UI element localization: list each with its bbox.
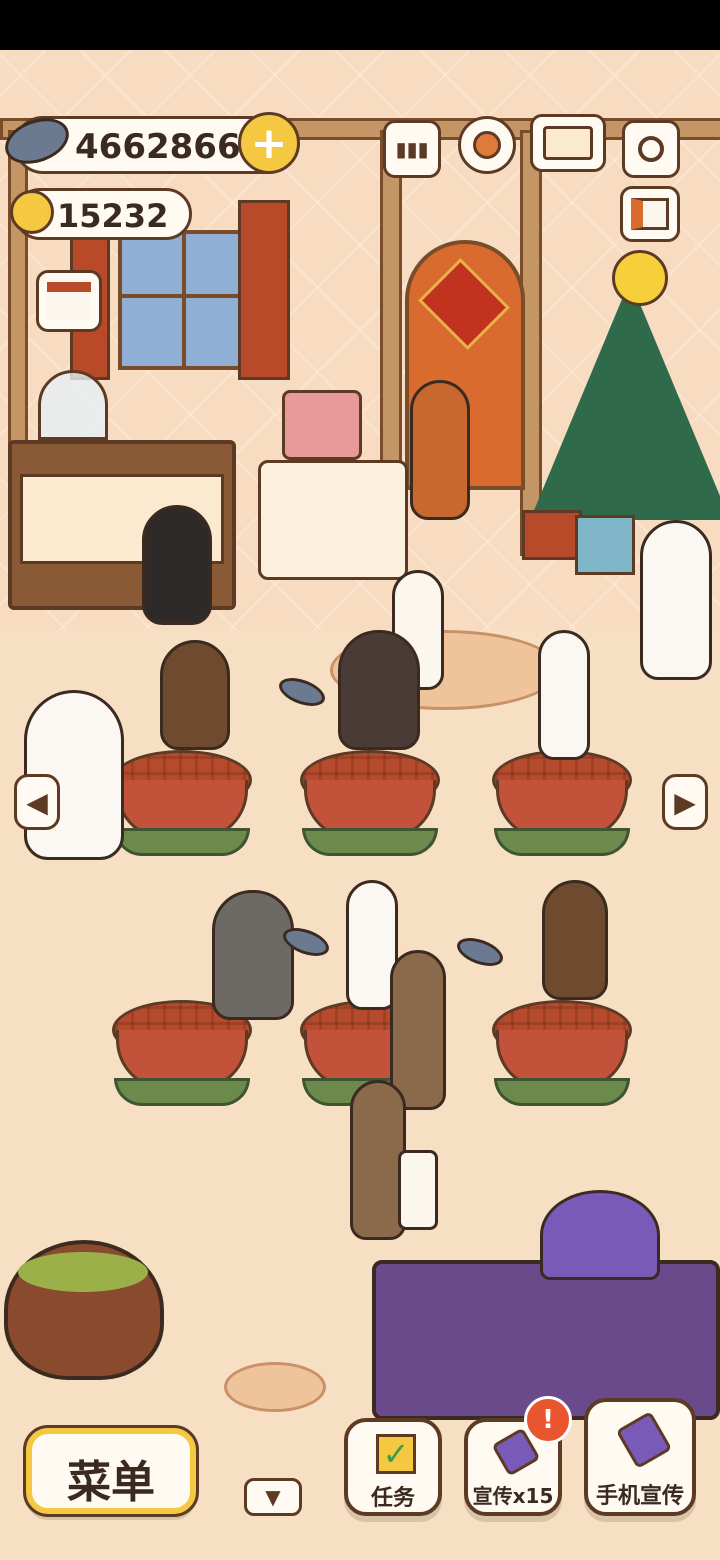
leaderboard-button[interactable]: ▮▮▮ — [383, 120, 441, 178]
scroll-left-button[interactable]: ◀ — [14, 774, 60, 830]
menu-button[interactable]: 菜单 — [23, 1425, 199, 1517]
alert-badge-text: ! — [542, 1405, 554, 1435]
star-icon — [10, 190, 54, 234]
phone-promote-button[interactable]: 手机宣传 — [584, 1398, 696, 1516]
christmas-tree[interactable] — [530, 280, 720, 520]
collapse-button[interactable]: ▼ — [244, 1478, 302, 1516]
phone-icon — [615, 1410, 673, 1470]
plus-icon: + — [250, 117, 288, 169]
tasks-label: 任务 — [370, 1486, 415, 1511]
add-currency-button[interactable]: + — [238, 112, 300, 174]
pet-bed[interactable] — [224, 1362, 326, 1412]
shop-button[interactable] — [36, 270, 102, 332]
podium-icon: ▮▮▮ — [395, 137, 429, 161]
cauldron[interactable] — [4, 1240, 164, 1380]
recipe-book-button[interactable] — [530, 114, 606, 172]
window — [118, 230, 248, 370]
reindeer-customer[interactable] — [410, 380, 470, 520]
fish-currency-value: 4662866 — [75, 127, 241, 167]
dining-table[interactable] — [492, 750, 632, 860]
witch-hat — [540, 1190, 660, 1280]
cake-dome — [38, 370, 108, 440]
dining-table[interactable] — [492, 1000, 632, 1110]
alert-badge: ! — [524, 1396, 572, 1444]
goose-customer[interactable] — [538, 630, 590, 760]
newspaper-icon — [631, 198, 669, 230]
checkbox-icon: ✓ — [376, 1434, 416, 1474]
shop-icon — [47, 282, 91, 320]
badger-customer[interactable] — [142, 505, 212, 625]
boar-customer[interactable] — [338, 630, 420, 750]
scroll-right-button[interactable]: ▶ — [662, 774, 708, 830]
dog-customer[interactable] — [160, 640, 230, 750]
curtain-right — [238, 200, 290, 380]
newspaper-button[interactable] — [620, 186, 680, 242]
promote-label: 宣传x15 — [472, 1484, 554, 1508]
chevron-left-icon: ◀ — [26, 785, 48, 819]
camera-icon — [638, 136, 664, 162]
gift-box — [575, 515, 635, 575]
chevron-right-icon: ▶ — [674, 785, 696, 819]
register-counter[interactable] — [258, 460, 408, 580]
phone-promote-label: 手机宣传 — [595, 1484, 684, 1509]
book-icon — [543, 126, 593, 160]
settings-button[interactable] — [458, 116, 516, 174]
gear-icon — [473, 131, 501, 159]
dining-table[interactable] — [300, 750, 440, 860]
chevron-down-icon: ▼ — [265, 1485, 281, 1509]
dog-customer[interactable] — [542, 880, 608, 1000]
game-scene[interactable]: 4662866 + 15232 ▮▮▮ ◀ ▶ 菜单 ▼ ✓ 任务 宣传x15 … — [0, 50, 720, 1560]
star-rating-value: 15232 — [57, 197, 169, 235]
star-topper-icon — [612, 250, 668, 306]
cash-register[interactable] — [282, 390, 362, 460]
menu-label: 菜单 — [67, 1457, 155, 1508]
cat-with-wreath[interactable] — [640, 520, 712, 680]
gift-box — [522, 510, 582, 560]
rabbit-customer[interactable] — [390, 950, 446, 1110]
tasks-button[interactable]: ✓ 任务 — [344, 1418, 442, 1516]
dining-table[interactable] — [112, 750, 252, 860]
rat-customer[interactable] — [212, 890, 294, 1020]
camera-button[interactable] — [622, 120, 680, 178]
candle — [398, 1150, 438, 1230]
